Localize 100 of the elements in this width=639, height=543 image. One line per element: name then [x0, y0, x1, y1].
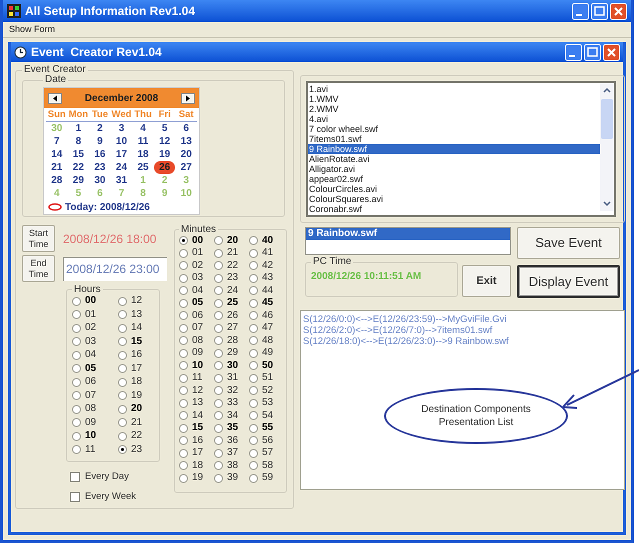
calendar-day[interactable]: 16 — [89, 148, 111, 161]
radio-label: 06 — [85, 377, 96, 388]
calendar-day[interactable]: 4 — [132, 122, 154, 135]
radio-label: 59 — [262, 473, 274, 484]
radio-label: 13 — [131, 310, 142, 320]
calendar-day[interactable]: 6 — [175, 122, 197, 135]
calendar-day[interactable]: 27 — [175, 161, 197, 174]
calendar-day[interactable]: 24 — [110, 161, 132, 174]
start-time-button[interactable]: Start Time — [22, 225, 55, 252]
radio-label: 53 — [262, 398, 274, 408]
file-list-item[interactable]: 7 color wheel.swf — [308, 124, 600, 134]
radio-label: 02 — [192, 260, 204, 271]
radio-label: 09 — [85, 418, 96, 428]
radio-label: 57 — [262, 448, 274, 458]
radio-label: 22 — [131, 431, 142, 442]
event-entry[interactable]: S(12/26/2:0)<-->E(12/26/7:0)-->7items01.swf — [303, 325, 622, 336]
calendar-day[interactable]: 22 — [68, 161, 90, 174]
calendar-day[interactable]: 14 — [46, 148, 68, 161]
weekday-label: Thu — [133, 108, 153, 121]
radio-label: 21 — [131, 418, 142, 428]
calendar-day[interactable]: 23 — [89, 161, 111, 174]
radio-label: 34 — [227, 410, 238, 421]
annotation-text: Destination Components Presentation List — [420, 403, 532, 429]
calendar-day[interactable]: 20 — [175, 148, 197, 161]
event-entry[interactable]: S(12/26/18:0)<-->E(12/26/23:0)-->9 Rainbow.swf — [303, 336, 622, 347]
file-list-item[interactable]: 9 Rainbow.swf — [308, 144, 600, 154]
calendar-day[interactable]: 17 — [110, 148, 132, 161]
radio-label: 03 — [85, 336, 96, 347]
radio-label: 22 — [227, 260, 238, 271]
file-list-item[interactable]: appear02.swf — [308, 174, 600, 184]
end-time-field[interactable]: 2008/12/26 23:00 — [63, 256, 167, 280]
weekday-label: Mon — [68, 108, 90, 121]
radio-label: 51 — [262, 373, 274, 384]
weekday-label: Wed — [110, 108, 132, 121]
group-label: Hours — [73, 284, 102, 294]
calendar-day[interactable]: 26 — [154, 161, 176, 174]
calendar-day[interactable]: 29 — [68, 174, 90, 187]
radio-label: 56 — [262, 436, 274, 446]
calendar-day[interactable]: 28 — [46, 174, 68, 187]
start-time-text: 2008/12/26 18:00 — [63, 230, 156, 248]
file-list-item[interactable]: ColourSquares.avi — [308, 194, 600, 204]
file-list-item[interactable]: Coronabr.swf — [308, 204, 600, 214]
group-label: Date — [44, 75, 68, 85]
file-list-item[interactable]: 1.avi — [308, 84, 600, 94]
calendar-month: December 2008 — [84, 92, 158, 106]
calendar-day[interactable]: 3 — [110, 122, 132, 135]
radio-label: 02 — [85, 323, 96, 334]
radio-label: 23 — [131, 444, 142, 455]
file-list-item[interactable]: ColourCircles.avi — [308, 184, 600, 194]
calendar-day[interactable]: 10 — [110, 135, 132, 148]
radio-label: 11 — [192, 373, 202, 384]
radio-label: 55 — [262, 423, 274, 434]
calendar-day[interactable]: 30 — [89, 174, 111, 187]
selected-file-field[interactable]: 9 Rainbow.swf — [305, 227, 511, 255]
action-button[interactable]: Exit — [462, 265, 511, 297]
calendar-day[interactable]: 5 — [154, 122, 176, 135]
calendar-day[interactable]: 18 — [132, 148, 154, 161]
radio-label: 00 — [192, 236, 204, 246]
file-list-item[interactable]: 2.WMV — [308, 104, 600, 114]
calendar-day[interactable]: 2 — [89, 122, 111, 135]
calendar-day[interactable]: 9 — [89, 135, 111, 148]
calendar-day[interactable]: 12 — [154, 135, 176, 148]
calendar-day[interactable]: 11 — [132, 135, 154, 148]
radio-label: 41 — [262, 248, 274, 258]
radio-label: 16 — [192, 436, 204, 446]
file-list-item[interactable]: Alligator.avi — [308, 164, 600, 174]
today-label[interactable]: Today: 2008/12/26 — [65, 200, 150, 214]
calendar-day[interactable]: 15 — [68, 148, 90, 161]
calendar-day[interactable]: 19 — [154, 148, 176, 161]
end-time-button[interactable]: End Time — [22, 255, 55, 282]
radio-label: 37 — [227, 448, 238, 458]
calendar-day[interactable]: 1 — [68, 122, 90, 135]
radio-label: 14 — [192, 410, 204, 421]
file-list-item[interactable]: AlienRotate.avi — [308, 154, 600, 164]
radio-label: 20 — [131, 404, 142, 414]
radio-label: 30 — [227, 360, 238, 371]
radio-label: 21 — [227, 248, 238, 258]
weekday-label: Fri — [158, 108, 172, 121]
radio-label: 44 — [262, 286, 274, 296]
file-list-item[interactable]: 7items01.swf — [308, 134, 600, 144]
calendar-day[interactable]: 8 — [68, 135, 90, 148]
calendar-day[interactable]: 21 — [46, 161, 68, 174]
radio-label: 05 — [85, 364, 96, 374]
radio-label: 32 — [227, 386, 238, 396]
radio-label: 49 — [262, 348, 274, 358]
calendar-day[interactable]: 25 — [132, 161, 154, 174]
weekday-label: Sun — [46, 108, 67, 121]
file-list-item[interactable]: 4.avi — [308, 114, 600, 124]
radio-label: 27 — [227, 323, 238, 334]
file-list-item[interactable]: 1.WMV — [308, 94, 600, 104]
radio-label: 08 — [85, 404, 96, 414]
calendar-day[interactable]: 7 — [46, 135, 68, 148]
radio-label: 43 — [262, 273, 274, 284]
action-button[interactable]: Save Event — [517, 227, 620, 259]
action-button[interactable]: Display Event — [517, 265, 620, 298]
menu-item[interactable]: Show Form — [9, 22, 56, 36]
calendar-day[interactable]: 31 — [110, 174, 132, 187]
event-entry[interactable]: S(12/26/0:0)<-->E(12/26/23:59)-->MyGviFile.Gvi — [303, 314, 622, 325]
calendar-day[interactable]: 13 — [175, 135, 197, 148]
radio-label: 04 — [85, 350, 96, 360]
